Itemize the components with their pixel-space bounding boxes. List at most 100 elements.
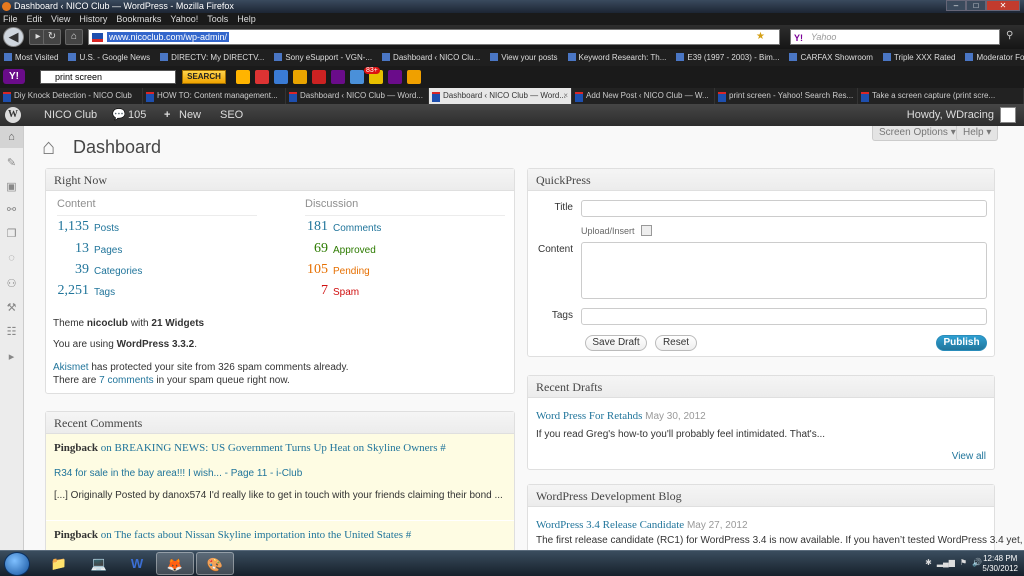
site-name-link[interactable]: NICO Club <box>44 104 97 126</box>
minimize-button[interactable]: – <box>946 0 966 11</box>
browser-tab[interactable]: Take a screen capture (print scre... <box>858 88 1024 104</box>
menu-view[interactable]: View <box>51 13 70 25</box>
firefox-taskbar-icon[interactable]: 🦊 <box>156 552 194 575</box>
bookmark-item[interactable]: DIRECTV: My DIRECTV... <box>160 49 264 66</box>
pending-link[interactable]: Pending <box>333 266 370 277</box>
wordpress-logo-icon[interactable]: W <box>5 107 21 123</box>
settings-icon[interactable]: ☷ <box>5 326 18 339</box>
bookmark-item[interactable]: Moderator Forum <box>965 49 1024 66</box>
screen-options-button[interactable]: Screen Options ▾ <box>872 126 963 141</box>
dashboard-home-icon[interactable]: ⌂ <box>0 126 23 148</box>
comments-count[interactable]: 181 <box>268 219 328 235</box>
word-icon[interactable]: W <box>118 552 156 575</box>
pages-count[interactable]: 13 <box>29 241 89 257</box>
dev-blog-title[interactable]: WordPress Development Blog <box>528 485 994 507</box>
bookmark-star-icon[interactable]: ★ <box>756 30 765 44</box>
menu-file[interactable]: File <box>3 13 18 25</box>
bookmark-item[interactable]: View your posts <box>490 49 557 66</box>
posts-link[interactable]: Posts <box>94 223 119 234</box>
yahoo-toolbar-icon[interactable] <box>274 70 288 84</box>
bookmark-item[interactable]: E39 (1997 - 2003) - Bim... <box>676 49 779 66</box>
volume-icon[interactable]: 🔊 <box>972 558 982 567</box>
yahoo-toolbar-icon[interactable] <box>331 70 345 84</box>
posts-count[interactable]: 1,135 <box>29 219 90 235</box>
comment-post-link[interactable]: BREAKING NEWS: US Government Turns Up He… <box>115 442 446 454</box>
spam-queue-link[interactable]: 7 comments <box>99 375 153 386</box>
laptop-icon[interactable]: 💻 <box>80 552 118 575</box>
pages-icon[interactable]: ❐ <box>5 228 18 241</box>
bookmark-item[interactable]: Sony eSupport - VGN-... <box>274 49 372 66</box>
avatar[interactable] <box>1000 107 1016 123</box>
yahoo-toolbar-icon[interactable] <box>312 70 326 84</box>
yahoo-toolbar-icon[interactable] <box>255 70 269 84</box>
menu-help[interactable]: Help <box>237 13 256 25</box>
taskbar-clock[interactable]: 12:48 PM 5/30/2012 <box>982 554 1018 574</box>
spam-count[interactable]: 7 <box>268 283 328 299</box>
pending-count[interactable]: 105 <box>268 262 328 278</box>
menu-yahoo[interactable]: Yahoo! <box>170 13 198 25</box>
reload-icon[interactable]: ↻ <box>43 29 61 45</box>
comment-post-link[interactable]: The facts about Nissan Skyline importati… <box>114 529 411 541</box>
yahoo-logo-icon[interactable]: Y! <box>3 69 25 84</box>
tags-link[interactable]: Tags <box>94 287 115 298</box>
browser-tab[interactable]: Diy Knock Detection - NICO Club <box>0 88 143 104</box>
back-button[interactable]: ◀ <box>3 27 24 47</box>
plus-icon[interactable]: + <box>164 104 170 126</box>
menu-bookmarks[interactable]: Bookmarks <box>116 13 161 25</box>
yahoo-toolbar-icon[interactable] <box>388 70 402 84</box>
spam-link[interactable]: Spam <box>333 287 359 298</box>
browser-tab[interactable]: Add New Post ‹ NICO Club — W... <box>572 88 715 104</box>
tags-count[interactable]: 2,251 <box>29 283 90 299</box>
akismet-link[interactable]: Akismet <box>53 362 89 373</box>
browser-tab[interactable]: HOW TO: Content management... <box>143 88 286 104</box>
comments-bubble-icon[interactable]: 💬 <box>112 104 126 126</box>
quickpress-title[interactable]: QuickPress <box>528 169 994 191</box>
yahoo-search-input[interactable]: print screen <box>40 70 176 84</box>
close-window-button[interactable]: ✕ <box>986 0 1020 11</box>
categories-count[interactable]: 39 <box>29 262 89 278</box>
search-go-icon[interactable]: ⚲ <box>1006 30 1013 41</box>
add-media-icon[interactable] <box>641 225 652 236</box>
widgets-link[interactable]: 21 Widgets <box>151 318 204 329</box>
save-draft-button[interactable]: Save Draft <box>585 335 647 351</box>
right-now-title[interactable]: Right Now <box>46 169 514 191</box>
post-title-input[interactable] <box>581 200 987 217</box>
approved-count[interactable]: 69 <box>268 241 328 257</box>
reset-button[interactable]: Reset <box>655 335 697 351</box>
browser-tab[interactable]: print screen - Yahoo! Search Res... <box>715 88 858 104</box>
publish-button[interactable]: Publish <box>936 335 987 351</box>
dev-blog-post-link[interactable]: WordPress 3.4 Release Candidate <box>536 519 684 531</box>
recent-comments-title[interactable]: Recent Comments <box>46 412 514 434</box>
comments-count[interactable]: 105 <box>128 104 146 126</box>
paint-icon[interactable]: 🎨 <box>196 552 234 575</box>
collapse-menu-icon[interactable]: ▸ <box>5 351 18 364</box>
menu-edit[interactable]: Edit <box>27 13 43 25</box>
bluetooth-icon[interactable]: ✱ <box>925 558 932 567</box>
categories-link[interactable]: Categories <box>94 266 142 277</box>
posts-pin-icon[interactable]: ✎ <box>5 157 18 170</box>
yahoo-toolbar-icon[interactable] <box>293 70 307 84</box>
tools-icon[interactable]: ⚒ <box>5 302 18 315</box>
bookmark-item[interactable]: CARFAX Showroom <box>789 49 872 66</box>
flag-icon[interactable]: ⚑ <box>960 558 967 567</box>
post-content-textarea[interactable] <box>581 242 987 299</box>
bookmark-item[interactable]: Keyword Research: Th... <box>568 49 667 66</box>
menu-tools[interactable]: Tools <box>207 13 228 25</box>
seo-menu-link[interactable]: SEO <box>220 104 243 126</box>
yahoo-search-button[interactable]: SEARCH <box>182 70 226 84</box>
yahoo-toolbar-icon[interactable] <box>236 70 250 84</box>
links-icon[interactable]: ⚯ <box>5 204 18 217</box>
home-icon[interactable]: ⌂ <box>65 29 83 45</box>
media-icon[interactable]: ▣ <box>5 181 18 194</box>
bookmark-item[interactable]: Most Visited <box>4 49 58 66</box>
recent-drafts-title[interactable]: Recent Drafts <box>528 376 994 398</box>
help-button[interactable]: Help ▾ <box>956 126 999 141</box>
new-content-link[interactable]: New <box>179 104 201 126</box>
browser-tab[interactable]: Dashboard ‹ NICO Club — Word... <box>286 88 429 104</box>
yahoo-toolbar-icon[interactable] <box>407 70 421 84</box>
bookmark-item[interactable]: Triple XXX Rated <box>883 49 956 66</box>
browser-tab-active[interactable]: Dashboard ‹ NICO Club — Word... × <box>429 88 572 104</box>
howdy-user-link[interactable]: Howdy, WDracing <box>907 104 994 126</box>
mail-icon[interactable] <box>350 70 364 84</box>
comments-icon[interactable]: ◌ <box>5 252 18 265</box>
